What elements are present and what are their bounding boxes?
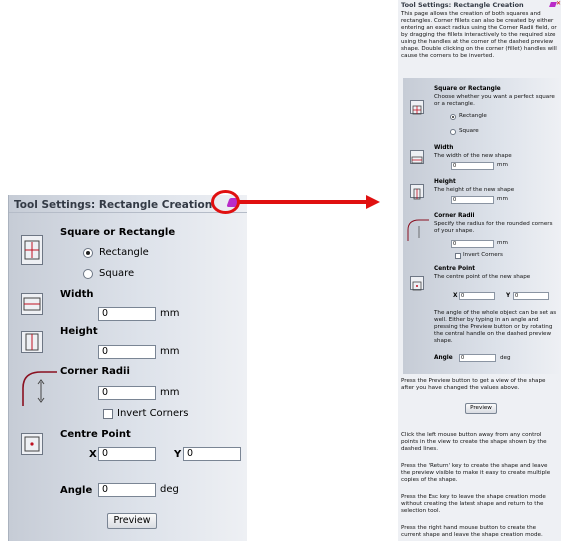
corner-radius-unit: mm <box>497 240 508 246</box>
rectangle-shape-icon <box>410 100 424 115</box>
highlight-circle <box>211 190 240 214</box>
square-radio[interactable] <box>83 269 93 279</box>
corner-radii-icon <box>406 218 430 242</box>
help-text: Specify the radius for the rounded corne… <box>434 221 553 227</box>
close-icon[interactable]: ✕ <box>556 0 561 7</box>
centre-x-label: X <box>89 449 97 460</box>
centre-point-icon <box>410 276 424 291</box>
invert-corners-checkbox[interactable] <box>103 409 113 419</box>
centre-y-label: Y <box>506 293 511 299</box>
help-text: The width of the new shape <box>434 153 512 159</box>
help-text: the preview visible to make it easy to c… <box>401 470 551 476</box>
angle-label: Angle <box>434 355 453 361</box>
intro-line: using the handles at the corner of the d… <box>401 39 554 45</box>
help-text: without creating the latest shape and re… <box>401 501 544 507</box>
square-label: Square <box>99 268 135 279</box>
height-icon <box>21 331 43 353</box>
help-panel-title: Tool Settings: Rectangle Creation <box>401 1 524 9</box>
width-icon <box>410 150 424 164</box>
intro-line: entering an exact radius using the Corne… <box>401 25 557 31</box>
help-text: Press the Esc key to leave the shape cre… <box>401 494 546 500</box>
height-heading: Height <box>60 326 98 337</box>
preview-button[interactable]: Preview <box>107 513 157 529</box>
help-text: the central handle on the dashed preview <box>434 331 552 337</box>
help-height-heading: Height <box>434 179 456 185</box>
height-unit: mm <box>160 346 180 357</box>
help-text: Click the left mouse button away from an… <box>401 432 542 438</box>
rectangle-label: Rectangle <box>459 113 487 119</box>
tool-settings-panel: Tool Settings: Rectangle Creation Square… <box>8 195 247 541</box>
angle-input[interactable]: 0 <box>459 354 496 362</box>
help-text: copies of the shape. <box>401 477 458 483</box>
help-text: Press the 'Return' key to create the sha… <box>401 463 548 469</box>
corner-radius-input[interactable]: 0 <box>451 240 494 248</box>
help-text: well. Either by typing in an angle and <box>434 317 539 323</box>
help-text: or a rectangle. <box>434 101 475 107</box>
arrow-line <box>238 200 368 204</box>
angle-unit: deg <box>500 355 511 361</box>
width-unit: mm <box>160 308 180 319</box>
help-text: selection tool. <box>401 508 441 514</box>
rectangle-radio[interactable] <box>450 114 456 120</box>
angle-unit: deg <box>160 484 179 495</box>
height-icon <box>410 184 424 200</box>
centre-x-input[interactable]: 0 <box>98 447 156 461</box>
width-unit: mm <box>497 162 508 168</box>
invert-corners-label: Invert Corners <box>463 252 503 258</box>
intro-line: rectangles. Corner fillets can also be c… <box>401 18 554 24</box>
help-text: Press the right hand mouse button to cre… <box>401 525 537 531</box>
help-width-heading: Width <box>434 145 454 151</box>
help-text: The angle of the whole object can be set… <box>434 310 557 316</box>
height-unit: mm <box>497 196 508 202</box>
angle-label: Angle <box>60 485 93 496</box>
width-input[interactable]: 0 <box>98 307 156 321</box>
help-text: Choose whether you want a perfect square <box>434 94 555 100</box>
square-or-rectangle-heading: Square or Rectangle <box>60 227 176 238</box>
help-text: current shape and leave the shape creati… <box>401 532 543 538</box>
preview-button[interactable]: Preview <box>465 403 497 414</box>
width-heading: Width <box>60 289 94 300</box>
help-text: The height of the new shape <box>434 187 515 193</box>
help-text: points in the view to create the shape s… <box>401 439 547 445</box>
centre-y-input[interactable]: 0 <box>183 447 241 461</box>
help-text: The centre point of the new shape <box>434 274 531 280</box>
invert-corners-label: Invert Corners <box>117 408 189 419</box>
rectangle-shape-icon <box>21 235 43 265</box>
height-input[interactable]: 0 <box>451 196 494 204</box>
square-radio[interactable] <box>450 129 456 135</box>
width-icon <box>21 293 43 315</box>
corner-radius-input[interactable]: 0 <box>98 386 156 400</box>
corner-radius-unit: mm <box>160 387 180 398</box>
centre-x-label: X <box>453 293 458 299</box>
angle-input[interactable]: 0 <box>98 483 156 497</box>
centre-point-heading: Centre Point <box>60 429 131 440</box>
centre-y-label: Y <box>174 449 182 460</box>
help-panel: Tool Settings: Rectangle Creation ✕ This… <box>398 0 561 541</box>
help-text: shape. <box>434 338 453 344</box>
rectangle-label: Rectangle <box>99 247 149 258</box>
corner-radii-heading: Corner Radii <box>60 366 130 377</box>
centre-point-icon <box>21 433 43 455</box>
invert-corners-checkbox[interactable] <box>455 253 461 259</box>
arrow-head-icon <box>366 195 380 209</box>
height-input[interactable]: 0 <box>98 345 156 359</box>
help-centre-point-heading: Centre Point <box>434 266 476 272</box>
help-text: Press the Preview button to get a view o… <box>401 378 546 384</box>
help-text: pressing the Preview button or by rotati… <box>434 324 553 330</box>
rectangle-radio[interactable] <box>83 248 93 258</box>
help-corner-radii-heading: Corner Radii <box>434 213 475 219</box>
help-text: dashed lines. <box>401 446 438 452</box>
square-label: Square <box>459 128 479 134</box>
intro-line: This page allows the creation of both sq… <box>401 11 541 17</box>
intro-line: by dragging the fillets interactively to… <box>401 32 556 38</box>
corner-radii-icon <box>19 368 59 408</box>
intro-line: cause the corners to be inverted. <box>401 53 495 59</box>
centre-y-input[interactable]: 0 <box>513 292 549 300</box>
help-text: of your shape. <box>434 228 475 234</box>
help-text: after you have changed the values above. <box>401 385 520 391</box>
centre-x-input[interactable]: 0 <box>459 292 495 300</box>
intro-line: shape. Double clicking on the corner (fi… <box>401 46 557 52</box>
width-input[interactable]: 0 <box>451 162 494 170</box>
help-square-or-rectangle-heading: Square or Rectangle <box>434 86 501 92</box>
